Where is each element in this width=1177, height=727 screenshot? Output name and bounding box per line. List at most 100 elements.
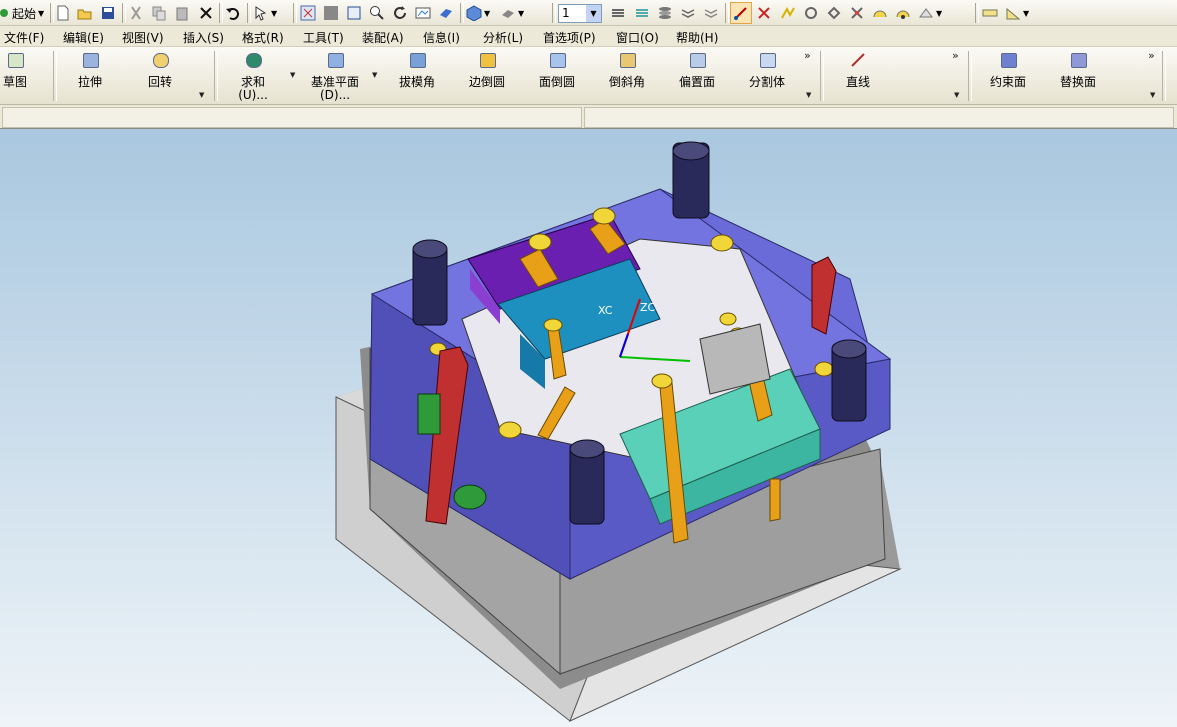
menu-view[interactable]: 视图(V) [122,29,164,46]
layer-select[interactable]: 1 ▼ [558,2,602,24]
menu-edit[interactable]: 编辑(E) [63,29,104,46]
chamfer-button[interactable]: 倒斜角 [592,51,662,101]
frame-button[interactable] [346,2,362,24]
layer-move-icon [657,5,673,21]
menu-tools[interactable]: 工具(T) [303,29,344,46]
start-button[interactable]: 起始 ▼ [0,2,44,24]
menu-window[interactable]: 窗口(O) [616,29,659,46]
snap-grid-button[interactable] [895,2,911,24]
delete-button[interactable] [198,2,214,24]
extrude-button[interactable]: 拉伸 [55,51,125,101]
split-body-button[interactable]: 分割体 [732,51,802,101]
render-icon [438,5,454,21]
layer-copy-button[interactable] [680,2,696,24]
rotate-button[interactable] [392,2,408,24]
layer-move-button[interactable] [657,2,673,24]
snap-quadrant-button[interactable] [826,2,842,24]
line-button[interactable]: 直线 [823,51,893,101]
layer-visible-button[interactable] [634,2,650,24]
snap-end-button[interactable] [756,2,772,24]
layer-delete-icon [703,5,719,21]
draft-label: 拔模角 [398,75,435,89]
fit-view-button[interactable] [300,2,316,24]
chamfer-icon [620,53,636,68]
measure-angle-button[interactable]: ▼ [1005,2,1029,24]
cube-view-icon [466,5,482,22]
snap-intersect-button[interactable] [849,2,865,24]
pan-button[interactable] [415,2,431,24]
toolbar-overflow-icon-2[interactable]: » [952,49,959,62]
copy-icon [151,5,167,21]
view-orientation-button[interactable]: ▼ [466,2,490,24]
save-button[interactable] [100,2,116,24]
datum-plane-button[interactable]: 基准平面 (D)... [300,51,370,102]
menu-file[interactable]: 文件(F) [4,29,44,46]
edge-blend-label: 边倒圆 [468,75,505,89]
menu-information[interactable]: 信息(I) [423,29,460,46]
menu-help[interactable]: 帮助(H) [676,29,718,46]
layer-value: 1 [562,5,570,20]
replace-face-label: 替换面 [1059,75,1096,89]
feature-toolbar: 草图 拉伸 回转 ▼ 求和 (U)... ▼ 基准平面 (D)... ▼ 拔模角… [0,47,1177,105]
snap-settings-button[interactable]: ▼ [918,2,942,24]
revolve-label: 回转 [147,75,172,89]
layer-copy-icon [680,5,696,21]
menu-insert[interactable]: 插入(S) [183,29,224,46]
undo-icon [225,5,241,21]
chamfer-label: 倒斜角 [608,75,645,89]
new-file-button[interactable] [55,2,71,24]
mold-assembly-model[interactable]: XC ZC [0,129,1177,727]
measure-angle-icon [1005,5,1021,21]
replace-face-button[interactable]: 替换面 [1043,51,1113,101]
menu-analysis[interactable]: 分析(L) [483,29,523,46]
line-icon [851,53,865,70]
layer-settings-button[interactable] [610,2,626,24]
standard-toolbar: 起始 ▼ ▼ ▼ ▼ 1 ▼ ▼ ▼ [0,0,1177,26]
unite-sub-label: (U)... [238,88,268,102]
measure-distance-button[interactable] [982,2,998,24]
status-line [584,107,1174,128]
menu-assembly[interactable]: 装配(A) [362,29,404,46]
layer-delete-button[interactable] [703,2,719,24]
constrain-face-label: 约束面 [989,75,1026,89]
snap-mid-button[interactable] [780,2,796,24]
shading-button[interactable]: ▼ [500,2,524,24]
snap-center-icon [803,5,819,21]
toolbar-overflow-icon[interactable]: » [804,49,811,62]
fit-view-icon [300,5,316,21]
zoom-button[interactable] [369,2,385,24]
snap-arc-button[interactable] [872,2,888,24]
cut-button[interactable] [128,2,144,24]
draft-button[interactable]: 拔模角 [382,51,452,101]
datum-plane-sub-label: (D)... [319,88,351,102]
snap-center-button[interactable] [803,2,819,24]
undo-button[interactable] [225,2,241,24]
open-button[interactable] [77,2,93,24]
edge-blend-button[interactable]: 边倒圆 [452,51,522,101]
face-blend-label: 面倒圆 [538,75,575,89]
render-button[interactable] [438,2,454,24]
zoom-box-button[interactable] [323,2,339,24]
menu-format[interactable]: 格式(R) [242,29,284,46]
copy-button[interactable] [151,2,167,24]
snap-end-icon [756,5,772,21]
offset-face-button[interactable]: 偏置面 [662,51,732,101]
sketch-button[interactable]: 草图 [0,51,50,101]
frame-icon [346,5,362,21]
snap-arc-icon [872,5,888,21]
toolbar-overflow-icon-3[interactable]: » [1148,49,1155,62]
unite-button[interactable]: 求和 (U)... [218,51,288,102]
chevron-down-icon[interactable]: ▼ [586,4,601,22]
replace-face-icon [1071,53,1087,68]
paste-button[interactable] [174,2,190,24]
graphics-window[interactable]: XC ZC [0,129,1177,727]
menu-preferences[interactable]: 首选项(P) [543,29,596,46]
pan-icon [415,5,431,21]
snap-point-button[interactable] [730,2,752,24]
select-filter-button[interactable]: ▼ [253,2,277,24]
face-blend-button[interactable]: 面倒圆 [522,51,592,101]
split-body-label: 分割体 [748,75,785,89]
revolve-button[interactable]: 回转 [125,51,195,101]
constrain-face-icon [1001,53,1017,68]
constrain-face-button[interactable]: 约束面 [973,51,1043,101]
